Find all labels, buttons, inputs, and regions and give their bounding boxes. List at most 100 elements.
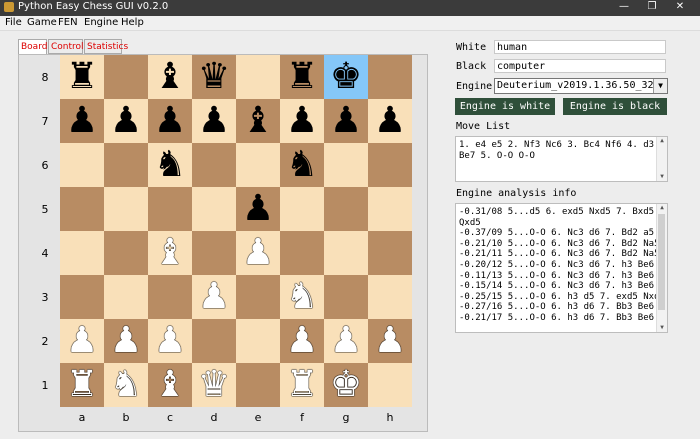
minimize-icon[interactable]: — — [613, 0, 635, 14]
chevron-down-icon[interactable]: ▼ — [653, 79, 667, 93]
square-c4[interactable]: ♝ — [148, 231, 192, 275]
white-pawn-icon[interactable]: ♟ — [324, 319, 368, 363]
square-h5[interactable] — [368, 187, 412, 231]
white-knight-icon[interactable]: ♞ — [104, 363, 148, 407]
black-rook-icon[interactable]: ♜ — [60, 55, 104, 99]
menu-help[interactable]: Help — [121, 17, 144, 28]
white-bishop-icon[interactable]: ♝ — [148, 231, 192, 275]
square-g2[interactable]: ♟ — [324, 319, 368, 363]
white-pawn-icon[interactable]: ♟ — [236, 231, 280, 275]
square-a4[interactable] — [60, 231, 104, 275]
black-bishop-icon[interactable]: ♝ — [236, 99, 280, 143]
square-d3[interactable]: ♟ — [192, 275, 236, 319]
square-c7[interactable]: ♟ — [148, 99, 192, 143]
tab-board[interactable]: Board — [18, 39, 47, 55]
menu-fen[interactable]: FEN — [58, 17, 78, 28]
square-e6[interactable] — [236, 143, 280, 187]
square-g6[interactable] — [324, 143, 368, 187]
square-a2[interactable]: ♟ — [60, 319, 104, 363]
white-bishop-icon[interactable]: ♝ — [148, 363, 192, 407]
square-a6[interactable] — [60, 143, 104, 187]
square-f3[interactable]: ♞ — [280, 275, 324, 319]
square-h8[interactable] — [368, 55, 412, 99]
tab-controls[interactable]: Controls — [48, 39, 88, 54]
black-rook-icon[interactable]: ♜ — [280, 55, 324, 99]
engine-is-white-button[interactable]: Engine is white — [455, 98, 555, 115]
square-d8[interactable]: ♛ — [192, 55, 236, 99]
square-e5[interactable]: ♟ — [236, 187, 280, 231]
square-d6[interactable] — [192, 143, 236, 187]
square-f2[interactable]: ♟ — [280, 319, 324, 363]
square-b5[interactable] — [104, 187, 148, 231]
tab-statistics[interactable]: Statistics — [84, 39, 128, 54]
square-d4[interactable] — [192, 231, 236, 275]
white-queen-icon[interactable]: ♛ — [192, 363, 236, 407]
square-c1[interactable]: ♝ — [148, 363, 192, 407]
white-pawn-icon[interactable]: ♟ — [148, 319, 192, 363]
square-e7[interactable]: ♝ — [236, 99, 280, 143]
square-c3[interactable] — [148, 275, 192, 319]
menu-file[interactable]: File — [5, 17, 22, 28]
black-queen-icon[interactable]: ♛ — [192, 55, 236, 99]
square-b8[interactable] — [104, 55, 148, 99]
white-player-field[interactable]: human — [494, 40, 666, 54]
square-g1[interactable]: ♚ — [324, 363, 368, 407]
black-knight-icon[interactable]: ♞ — [148, 143, 192, 187]
square-h6[interactable] — [368, 143, 412, 187]
square-b3[interactable] — [104, 275, 148, 319]
square-b7[interactable]: ♟ — [104, 99, 148, 143]
square-a3[interactable] — [60, 275, 104, 319]
black-pawn-icon[interactable]: ♟ — [104, 99, 148, 143]
white-pawn-icon[interactable]: ♟ — [368, 319, 412, 363]
scroll-up-icon[interactable]: ▲ — [657, 137, 667, 145]
square-g5[interactable] — [324, 187, 368, 231]
scroll-down-icon[interactable]: ▼ — [657, 324, 667, 332]
chess-board[interactable]: ♜ ♝ ♛ ♜ ♚ ♟ ♟ ♟ ♟ ♝ ♟ ♟ ♟ ♞ ♞ ♟ ♝ ♟ ♟ ♞ ♟ ♟ ♟ ♟ ♟ ♟ ♜ ♞ ♝ ♛ ♜ ♚ — [60, 55, 412, 407]
square-c5[interactable] — [148, 187, 192, 231]
square-e2[interactable] — [236, 319, 280, 363]
square-f6[interactable]: ♞ — [280, 143, 324, 187]
white-knight-icon[interactable]: ♞ — [280, 275, 324, 319]
white-rook-icon[interactable]: ♜ — [60, 363, 104, 407]
analysis-scrollbar[interactable]: ▲ ▼ — [656, 204, 667, 332]
scroll-down-icon[interactable]: ▼ — [657, 173, 667, 181]
square-e8[interactable] — [236, 55, 280, 99]
square-g7[interactable]: ♟ — [324, 99, 368, 143]
black-knight-icon[interactable]: ♞ — [280, 143, 324, 187]
black-player-field[interactable]: computer — [494, 59, 666, 73]
black-king-icon[interactable]: ♚ — [324, 55, 368, 99]
maximize-icon[interactable]: ❐ — [641, 0, 663, 14]
square-g8[interactable]: ♚ — [324, 55, 368, 99]
square-h3[interactable] — [368, 275, 412, 319]
square-g3[interactable] — [324, 275, 368, 319]
square-f5[interactable] — [280, 187, 324, 231]
square-a5[interactable] — [60, 187, 104, 231]
square-b4[interactable] — [104, 231, 148, 275]
square-c6[interactable]: ♞ — [148, 143, 192, 187]
black-pawn-icon[interactable]: ♟ — [324, 99, 368, 143]
square-f8[interactable]: ♜ — [280, 55, 324, 99]
engine-select[interactable]: Deuterium_v2019.1.36.50_32bit.e ▼ — [494, 78, 668, 94]
square-b1[interactable]: ♞ — [104, 363, 148, 407]
square-e3[interactable] — [236, 275, 280, 319]
black-pawn-icon[interactable]: ♟ — [148, 99, 192, 143]
square-f4[interactable] — [280, 231, 324, 275]
square-h7[interactable]: ♟ — [368, 99, 412, 143]
square-a7[interactable]: ♟ — [60, 99, 104, 143]
white-pawn-icon[interactable]: ♟ — [280, 319, 324, 363]
menu-engine[interactable]: Engine — [84, 17, 118, 28]
square-d5[interactable] — [192, 187, 236, 231]
square-c2[interactable]: ♟ — [148, 319, 192, 363]
square-f1[interactable]: ♜ — [280, 363, 324, 407]
scrollbar-thumb[interactable] — [658, 214, 665, 310]
square-a1[interactable]: ♜ — [60, 363, 104, 407]
square-h4[interactable] — [368, 231, 412, 275]
white-pawn-icon[interactable]: ♟ — [60, 319, 104, 363]
menu-game[interactable]: Game — [27, 17, 57, 28]
engine-is-black-button[interactable]: Engine is black — [563, 98, 667, 115]
black-bishop-icon[interactable]: ♝ — [148, 55, 192, 99]
square-g4[interactable] — [324, 231, 368, 275]
square-e1[interactable] — [236, 363, 280, 407]
white-pawn-icon[interactable]: ♟ — [192, 275, 236, 319]
square-f7[interactable]: ♟ — [280, 99, 324, 143]
